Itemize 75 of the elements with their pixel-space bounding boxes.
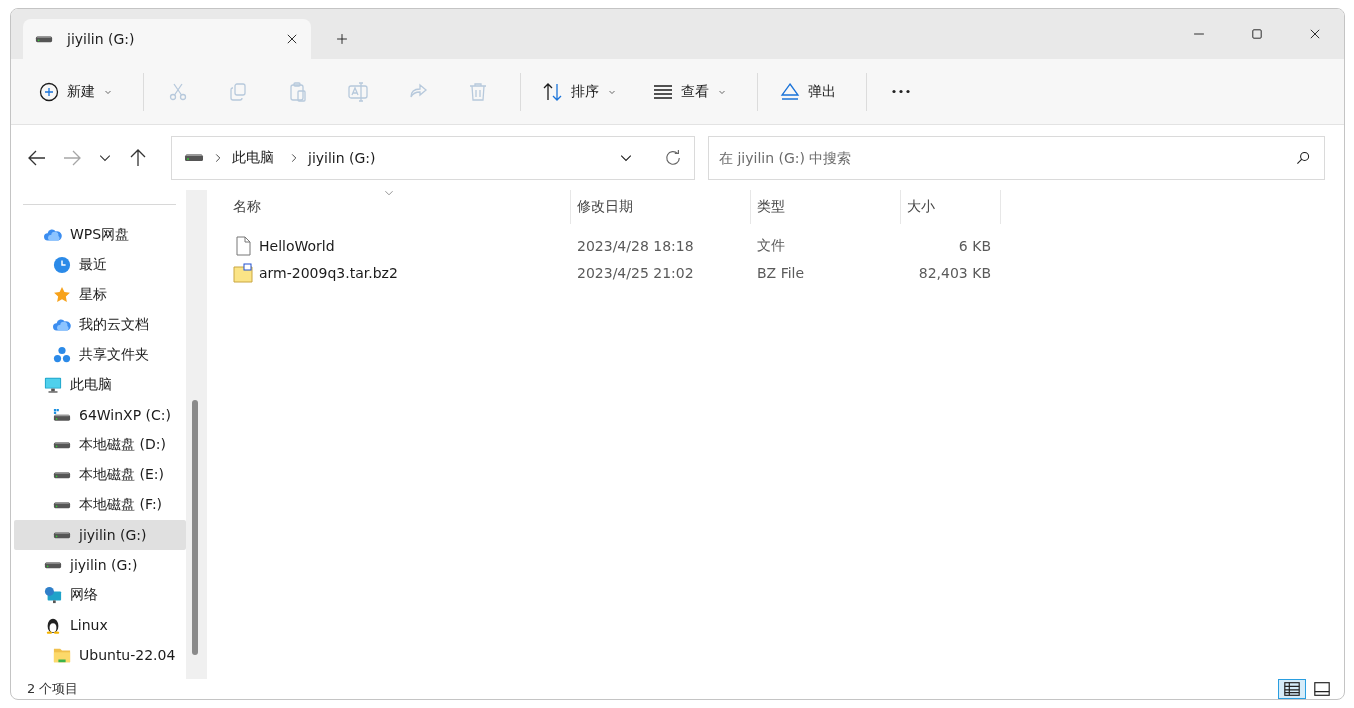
table-cell-text: 文件 (756, 236, 786, 255)
details-view-icon (1283, 680, 1301, 698)
view-button[interactable] (1278, 679, 1306, 699)
table-cell-text: 2023/4/28 18:18 (576, 237, 695, 254)
drive-icon (184, 153, 204, 162)
clipboard-icon (288, 81, 308, 102)
copy-icon (228, 81, 248, 102)
clock-icon (53, 256, 71, 274)
drive-icon (35, 34, 53, 44)
sidebar-item[interactable]: jiyilin (G:) (14, 550, 186, 580)
close-icon[interactable] (1308, 27, 1322, 41)
sidebar-item[interactable]: Ubuntu-22.04 (14, 640, 186, 670)
table-cell-text: 2023/4/25 21:02 (576, 264, 695, 281)
sidebar-item[interactable]: 星标 (14, 280, 186, 310)
drive-icon (44, 560, 62, 570)
drive-icon (53, 470, 71, 480)
breadcrumb[interactable]: 此电脑 (232, 148, 274, 167)
toolbar-button[interactable]: 新建 (25, 71, 127, 112)
toolbar-button[interactable]: 查看 (639, 71, 741, 112)
table-cell-text: BZ File (756, 264, 806, 281)
sidebar-item[interactable]: 本地磁盘 (D:) (14, 430, 186, 460)
plus-circle-icon (39, 81, 59, 102)
nodes-icon (53, 346, 71, 364)
address-bar[interactable]: 此电脑 jiyilin (G:) (171, 135, 695, 180)
rename-icon (348, 81, 368, 102)
trash-icon (468, 81, 488, 102)
file-name[interactable]: arm-2009q3.tar.bz2 (259, 264, 398, 281)
sidebar-item[interactable]: WPS网盘 (14, 220, 186, 250)
column-header[interactable]: 名称 (227, 190, 571, 224)
up-arrow-icon[interactable] (128, 147, 148, 168)
item-count: 2 个项目 (27, 680, 79, 698)
tab-title: jiyilin (G:) (67, 31, 136, 47)
tiles-view-icon (1313, 680, 1331, 698)
sidebar-item[interactable]: 共享文件夹 (14, 340, 186, 370)
monitor-icon (44, 376, 62, 394)
drive-icon (53, 440, 71, 450)
sidebar-item[interactable]: 最近 (14, 250, 186, 280)
sidebar-item[interactable]: 网络 (14, 580, 186, 610)
file-icon (233, 235, 253, 256)
drive-icon (53, 500, 71, 510)
sidebar-item[interactable]: 本地磁盘 (F:) (14, 490, 186, 520)
maximize-icon[interactable] (1250, 27, 1264, 41)
close-icon[interactable] (285, 32, 299, 46)
table-cell-text: 82,403 KB (917, 264, 992, 281)
file-name[interactable]: HelloWorld (259, 237, 335, 254)
plus-icon[interactable] (335, 32, 349, 46)
toolbar-button[interactable]: 排序 (529, 71, 631, 112)
sort-icon (543, 81, 563, 102)
scrollbar-thumb[interactable] (192, 400, 198, 655)
sidebar-item[interactable]: 本地磁盘 (E:) (14, 460, 186, 490)
toolbar-button[interactable]: 弹出 (766, 71, 850, 112)
penguin-icon (44, 616, 62, 634)
sidebar-item[interactable]: 64WinXP (C:) (14, 400, 186, 430)
table-cell-text: 6 KB (957, 237, 992, 254)
eject-icon (780, 81, 800, 102)
column-header[interactable]: 类型 (751, 190, 901, 224)
archive-icon (233, 262, 253, 283)
star-icon (53, 286, 71, 304)
tab[interactable]: jiyilin (G:) (23, 19, 311, 59)
sidebar-item[interactable]: jiyilin (G:) (14, 520, 186, 550)
breadcrumb[interactable]: jiyilin (G:) (308, 149, 376, 166)
sidebar-item[interactable]: 我的云文档 (14, 310, 186, 340)
sidebar-item[interactable]: 此电脑 (14, 370, 186, 400)
drive-icon (53, 530, 71, 540)
column-header[interactable]: 修改日期 (571, 190, 751, 224)
refresh-icon[interactable] (664, 148, 682, 167)
scissors-icon (168, 81, 188, 102)
folder-icon (53, 646, 71, 664)
search-field[interactable]: 在 jiyilin (G:) 中搜索 (708, 135, 1325, 180)
search-icon (1295, 149, 1311, 166)
column-header[interactable]: 大小 (901, 190, 1001, 224)
sidebar-item[interactable]: Linux (14, 610, 186, 640)
drive-icon (53, 408, 71, 422)
more-icon (891, 89, 911, 94)
network-icon (44, 586, 62, 604)
